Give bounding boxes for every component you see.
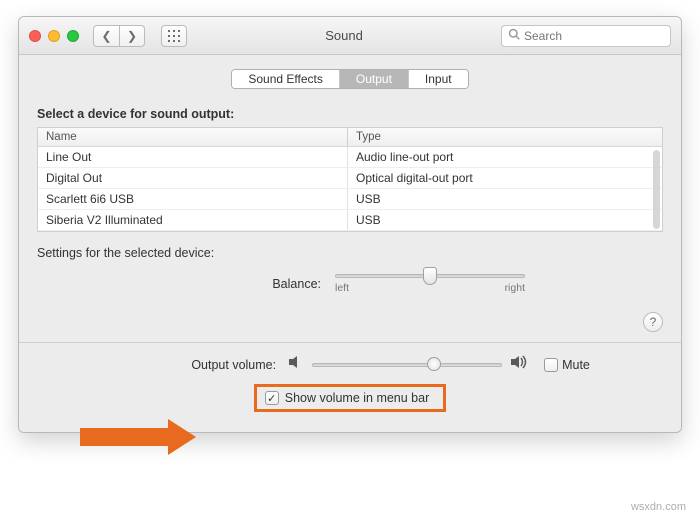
volume-thumb[interactable] (427, 357, 441, 371)
show-volume-checkbox[interactable]: ✓ (265, 391, 279, 405)
column-header-type[interactable]: Type (348, 128, 662, 146)
device-name: Line Out (38, 147, 348, 167)
device-type: USB (348, 210, 662, 230)
balance-thumb[interactable] (423, 267, 437, 285)
table-row[interactable]: Scarlett 6i6 USB USB (38, 189, 662, 210)
column-header-name[interactable]: Name (38, 128, 348, 146)
help-button[interactable]: ? (643, 312, 663, 332)
close-icon[interactable] (29, 30, 41, 42)
device-type: Audio line-out port (348, 147, 662, 167)
speaker-low-icon (288, 355, 304, 374)
balance-label: Balance: (175, 277, 335, 291)
table-row[interactable]: Line Out Audio line-out port (38, 147, 662, 168)
annotation-arrow (80, 420, 200, 454)
table-row[interactable]: Digital Out Optical digital-out port (38, 168, 662, 189)
minimize-icon[interactable] (48, 30, 60, 42)
tab-sound-effects[interactable]: Sound Effects (232, 70, 340, 88)
search-field[interactable] (501, 25, 671, 47)
mute-checkbox[interactable] (544, 358, 558, 372)
output-devices-table: Name Type Line Out Audio line-out port D… (37, 127, 663, 232)
titlebar: ❮ ❯ Sound (19, 17, 681, 55)
device-name: Digital Out (38, 168, 348, 188)
table-row[interactable]: Siberia V2 Illuminated USB (38, 210, 662, 231)
device-select-label: Select a device for sound output: (37, 103, 663, 127)
show-volume-label: Show volume in menu bar (285, 391, 430, 405)
output-volume-label: Output volume: (110, 358, 280, 372)
window-title: Sound (195, 28, 493, 43)
tab-input[interactable]: Input (409, 70, 468, 88)
chevron-right-icon: ❯ (127, 29, 137, 43)
tab-bar: Sound Effects Output Input (19, 55, 681, 99)
show-volume-highlight: ✓ Show volume in menu bar (254, 384, 447, 412)
device-type: USB (348, 189, 662, 209)
window-controls (29, 30, 79, 42)
chevron-left-icon: ❮ (101, 29, 111, 43)
speaker-high-icon (510, 355, 530, 374)
sound-preferences-window: ❮ ❯ Sound Sound Effects Output Input (18, 16, 682, 433)
scrollbar[interactable] (653, 150, 660, 229)
output-panel: Select a device for sound output: Name T… (19, 99, 681, 432)
balance-slider[interactable]: left right (335, 274, 525, 294)
back-button[interactable]: ❮ (93, 25, 119, 47)
settings-label: Settings for the selected device: (37, 232, 663, 268)
balance-right-label: right (505, 282, 525, 294)
divider (19, 342, 681, 343)
output-volume-row: Output volume: Mute (37, 355, 663, 374)
show-all-button[interactable] (161, 25, 187, 47)
nav-buttons: ❮ ❯ (93, 25, 145, 47)
device-name: Siberia V2 Illuminated (38, 210, 348, 230)
grid-icon (168, 30, 180, 42)
balance-left-label: left (335, 282, 349, 294)
search-icon (508, 28, 520, 43)
help-icon: ? (650, 315, 657, 329)
device-type: Optical digital-out port (348, 168, 662, 188)
mute-label: Mute (562, 358, 590, 372)
zoom-icon[interactable] (67, 30, 79, 42)
forward-button[interactable]: ❯ (119, 25, 145, 47)
balance-row: Balance: left right (37, 268, 663, 298)
watermark: wsxdn.com (631, 501, 686, 513)
output-volume-slider[interactable] (312, 363, 502, 367)
search-input[interactable] (524, 29, 679, 43)
device-name: Scarlett 6i6 USB (38, 189, 348, 209)
tab-output[interactable]: Output (340, 70, 409, 88)
